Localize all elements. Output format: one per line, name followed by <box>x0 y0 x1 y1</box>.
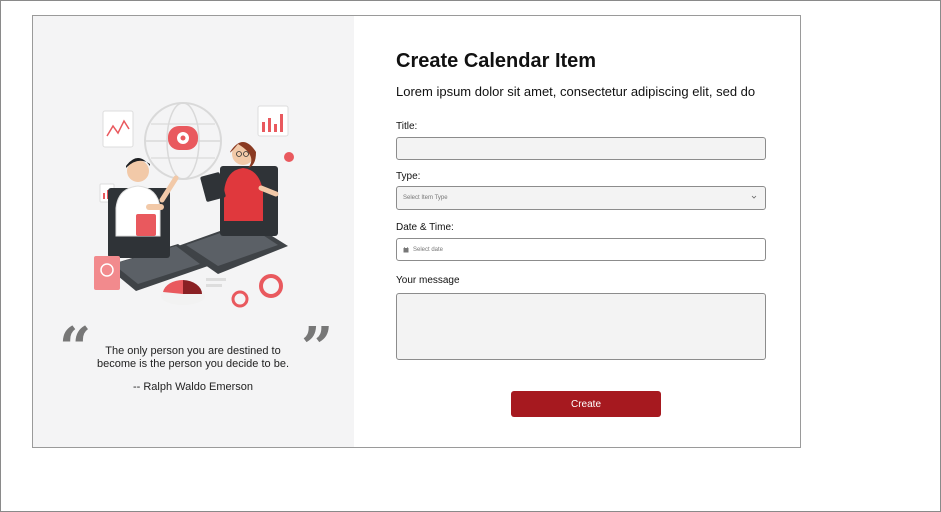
team-illustration <box>94 102 294 308</box>
type-select[interactable]: Select Item Type <box>396 186 766 210</box>
title-label: Title: <box>396 121 418 132</box>
type-label: Type: <box>396 171 421 182</box>
datetime-label: Date & Time: <box>396 222 454 233</box>
page-title: Create Calendar Item <box>396 50 597 72</box>
quote-author: -- Ralph Waldo Emerson <box>132 381 254 393</box>
type-select-placeholder: Select Item Type <box>403 195 448 201</box>
datetime-placeholder: Select date <box>413 246 444 253</box>
calendar-card: “ ” The only person you are destined to … <box>32 15 801 448</box>
quote-close-mark: ” <box>301 315 334 381</box>
message-label: Your message <box>396 275 460 286</box>
calendar-icon <box>403 246 409 252</box>
illustration-panel: “ ” The only person you are destined to … <box>33 16 354 447</box>
calendar-form: Create Calendar Item Lorem ipsum dolor s… <box>396 16 776 447</box>
quote-open-mark: “ <box>59 315 92 381</box>
quote-text: The only person you are destined to beco… <box>96 345 289 370</box>
datetime-input[interactable]: Select date <box>396 238 766 261</box>
title-input[interactable] <box>396 137 766 160</box>
create-button[interactable]: Create <box>511 391 661 417</box>
chevron-down-icon <box>751 195 757 199</box>
page-subtitle: Lorem ipsum dolor sit amet, consectetur … <box>396 84 756 99</box>
message-textarea[interactable] <box>396 293 766 360</box>
